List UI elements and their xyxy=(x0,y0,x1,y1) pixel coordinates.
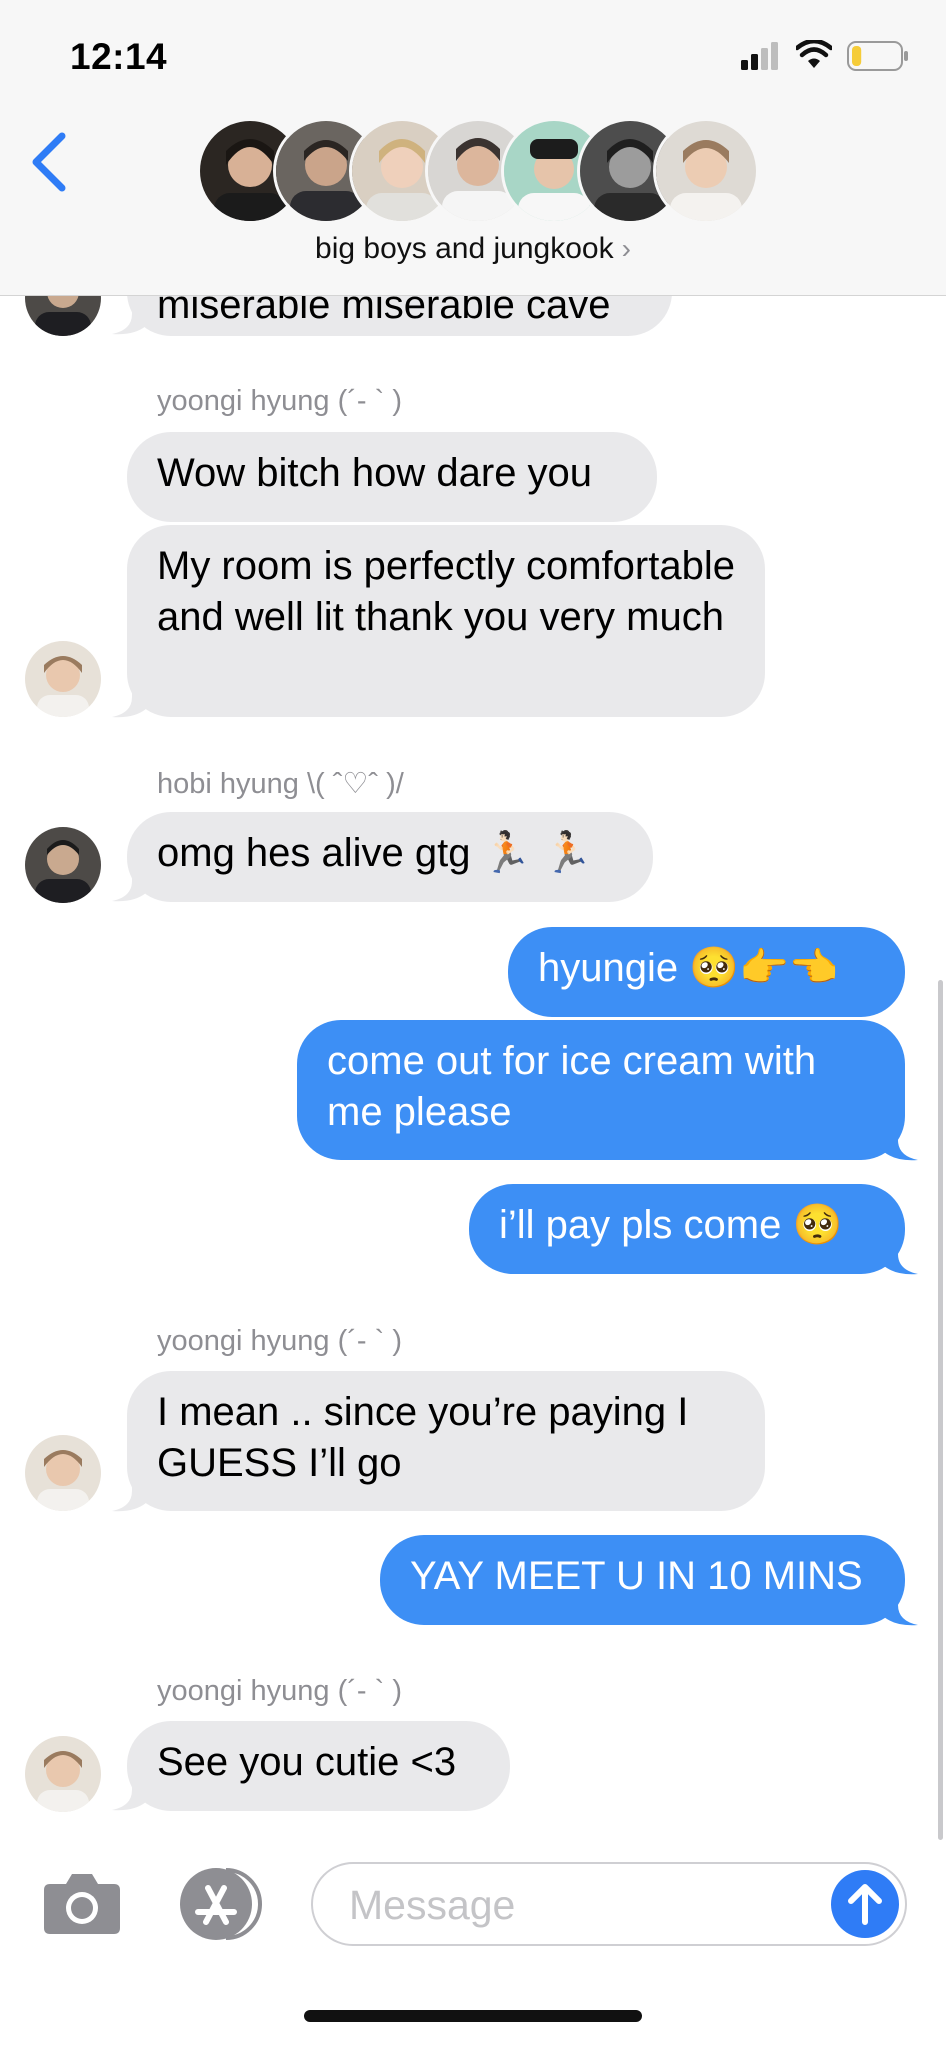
message-placeholder: Message xyxy=(349,1882,516,1928)
sender-name: yoongi hyung (´- ` ) xyxy=(157,385,402,417)
home-indicator[interactable] xyxy=(304,2010,642,2022)
message-bubble-sent[interactable]: YAY MEET U IN 10 MINS xyxy=(380,1535,905,1625)
group-avatars[interactable] xyxy=(197,118,759,228)
chevron-right-icon: › xyxy=(621,233,631,264)
group-name-label: big boys and jungkook xyxy=(315,232,614,265)
wifi-icon xyxy=(796,40,832,68)
bubble-tail xyxy=(880,1236,918,1275)
message-bubble-sent[interactable]: hyungie 🥺👉👈 xyxy=(508,927,905,1017)
message-bubble[interactable]: Wow bitch how dare you xyxy=(127,432,657,522)
avatar-yoongi[interactable] xyxy=(25,641,101,717)
message-bubble[interactable]: My room is perfectly comfortable and wel… xyxy=(127,525,765,717)
scroll-indicator[interactable] xyxy=(938,980,943,1840)
message-bubble-sent[interactable]: come out for ice cream with me please xyxy=(297,1020,905,1160)
bubble-tail xyxy=(880,1587,918,1626)
message-bubble[interactable]: I mean .. since you’re paying I GUESS I’… xyxy=(127,1371,765,1511)
bubble-tail xyxy=(880,1122,918,1161)
avatar-yoongi[interactable] xyxy=(25,1435,101,1511)
camera-icon[interactable] xyxy=(42,1870,122,1936)
sender-name: yoongi hyung (´- ` ) xyxy=(157,1675,402,1707)
status-bar: 12:14 xyxy=(0,0,946,110)
avatar xyxy=(653,118,759,224)
group-name[interactable]: big boys and jungkook › xyxy=(0,232,946,266)
avatar-hobi[interactable] xyxy=(25,827,101,903)
send-button[interactable] xyxy=(831,1870,899,1938)
message-input[interactable]: Message xyxy=(311,1862,907,1946)
sender-name: hobi hyung \( ˆ♡ˆ )/ xyxy=(157,768,404,800)
message-bubble-sent[interactable]: i’ll pay pls come 🥺 xyxy=(469,1184,905,1274)
message-bubble[interactable]: omg hes alive gtg 🏃🏻 🏃🏻 xyxy=(127,812,653,902)
message-thread[interactable]: miserable miserable cave yoongi hyung (´… xyxy=(0,0,946,2048)
message-bubble[interactable]: See you cutie <3 xyxy=(127,1721,510,1811)
chevron-left-icon[interactable] xyxy=(26,130,70,194)
battery-icon xyxy=(847,41,908,71)
cellular-signal-icon xyxy=(741,42,778,70)
clock: 12:14 xyxy=(70,36,168,77)
sender-name: yoongi hyung (´- ` ) xyxy=(157,1325,402,1357)
app-store-icon[interactable] xyxy=(176,1866,268,1942)
avatar-yoongi[interactable] xyxy=(25,1736,101,1812)
